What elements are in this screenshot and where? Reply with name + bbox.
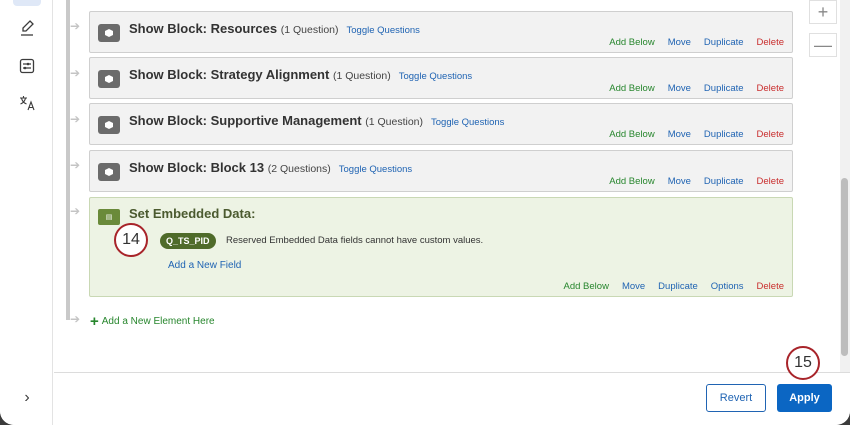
add-new-field-link[interactable]: Add a New Field [168,260,241,271]
settings-sliders-icon[interactable] [16,55,38,77]
move-link[interactable]: Move [668,129,691,140]
move-link[interactable]: Move [668,176,691,187]
question-count: (2 Questions) [267,163,331,175]
block-icon [98,24,120,42]
plus-icon: + [90,313,99,330]
brush-icon[interactable] [16,17,38,39]
block-title: Show Block: Resources [129,21,278,36]
toggle-questions-link[interactable]: Toggle Questions [347,25,420,36]
step-badge-14: 14 [114,223,148,257]
block-title: Show Block: Supportive Management [129,113,362,128]
move-link[interactable]: Move [622,281,645,292]
revert-button[interactable]: Revert [706,384,766,412]
move-link[interactable]: Move [668,83,691,94]
options-link[interactable]: Options [711,281,744,292]
add-below-link[interactable]: Add Below [609,83,654,94]
add-new-element-label: Add a New Element Here [101,316,215,327]
block-icon [98,116,120,134]
delete-link[interactable]: Delete [757,129,784,140]
flow-block-resources[interactable]: Show Block: Resources (1 Question) Toggle… [89,11,793,53]
embedded-field-pill[interactable]: Q_TS_PID [160,233,216,249]
translate-icon[interactable] [16,92,38,114]
question-count: (1 Question) [280,24,339,36]
flow-block-strategy-alignment[interactable]: Show Block: Strategy Alignment (1 Questi… [89,57,793,99]
flow-block-supportive-management[interactable]: Show Block: Supportive Management (1 Que… [89,103,793,145]
embedded-data-element[interactable]: ▤ Set Embedded Data: Q_TS_PID Reserved E… [89,197,793,297]
duplicate-link[interactable]: Duplicate [704,176,744,187]
flow-arrow-icon: ➔ [70,158,81,172]
add-below-link[interactable]: Add Below [609,176,654,187]
add-below-link[interactable]: Add Below [609,37,654,48]
flow-arrow-icon: ➔ [70,112,81,126]
zoom-out-button[interactable]: — [809,33,837,57]
question-count: (1 Question) [365,116,423,128]
survey-flow-screen: › ➔ ➔ ➔ ➔ ➔ ➔ Show Block: Resources (1 Q… [0,0,850,425]
flow-arrow-icon: ➔ [70,66,81,80]
add-below-link[interactable]: Add Below [609,129,654,140]
embedded-data-title: Set Embedded Data: [129,206,256,221]
zoom-in-button[interactable]: + [809,0,837,24]
add-below-link[interactable]: Add Below [564,281,609,292]
question-count: (1 Question) [332,70,391,82]
delete-link[interactable]: Delete [757,83,784,94]
toggle-questions-link[interactable]: Toggle Questions [431,117,504,128]
block-icon [98,163,120,181]
flow-arrow-icon: ➔ [70,204,81,218]
duplicate-link[interactable]: Duplicate [704,37,744,48]
duplicate-link[interactable]: Duplicate [658,281,698,292]
delete-link[interactable]: Delete [757,176,784,187]
flow-block-block-13[interactable]: Show Block: Block 13 (2 Questions) Toggle… [89,150,793,192]
toggle-questions-link[interactable]: Toggle Questions [339,164,412,175]
selected-tool-highlight [13,0,41,6]
embedded-data-icon: ▤ [98,209,120,225]
delete-link[interactable]: Delete [757,37,784,48]
delete-link[interactable]: Delete [757,281,784,292]
reserved-field-note: Reserved Embedded Data fields cannot hav… [226,235,484,246]
duplicate-link[interactable]: Duplicate [704,129,744,140]
step-badge-15: 15 [786,346,820,380]
move-link[interactable]: Move [668,37,691,48]
block-title: Show Block: Block 13 [129,160,265,175]
scrollbar-thumb[interactable] [841,178,848,356]
left-toolbar: › [0,0,53,425]
flow-arrow-icon: ➔ [70,312,81,326]
toggle-questions-link[interactable]: Toggle Questions [399,71,472,82]
block-icon [98,70,120,88]
block-title: Show Block: Strategy Alignment [129,67,330,82]
add-new-element-link[interactable]: + Add a New Element Here [90,313,215,330]
expand-sidebar-chevron-icon[interactable]: › [16,387,38,409]
apply-button[interactable]: Apply [777,384,832,412]
flow-arrow-icon: ➔ [70,19,81,33]
duplicate-link[interactable]: Duplicate [704,83,744,94]
